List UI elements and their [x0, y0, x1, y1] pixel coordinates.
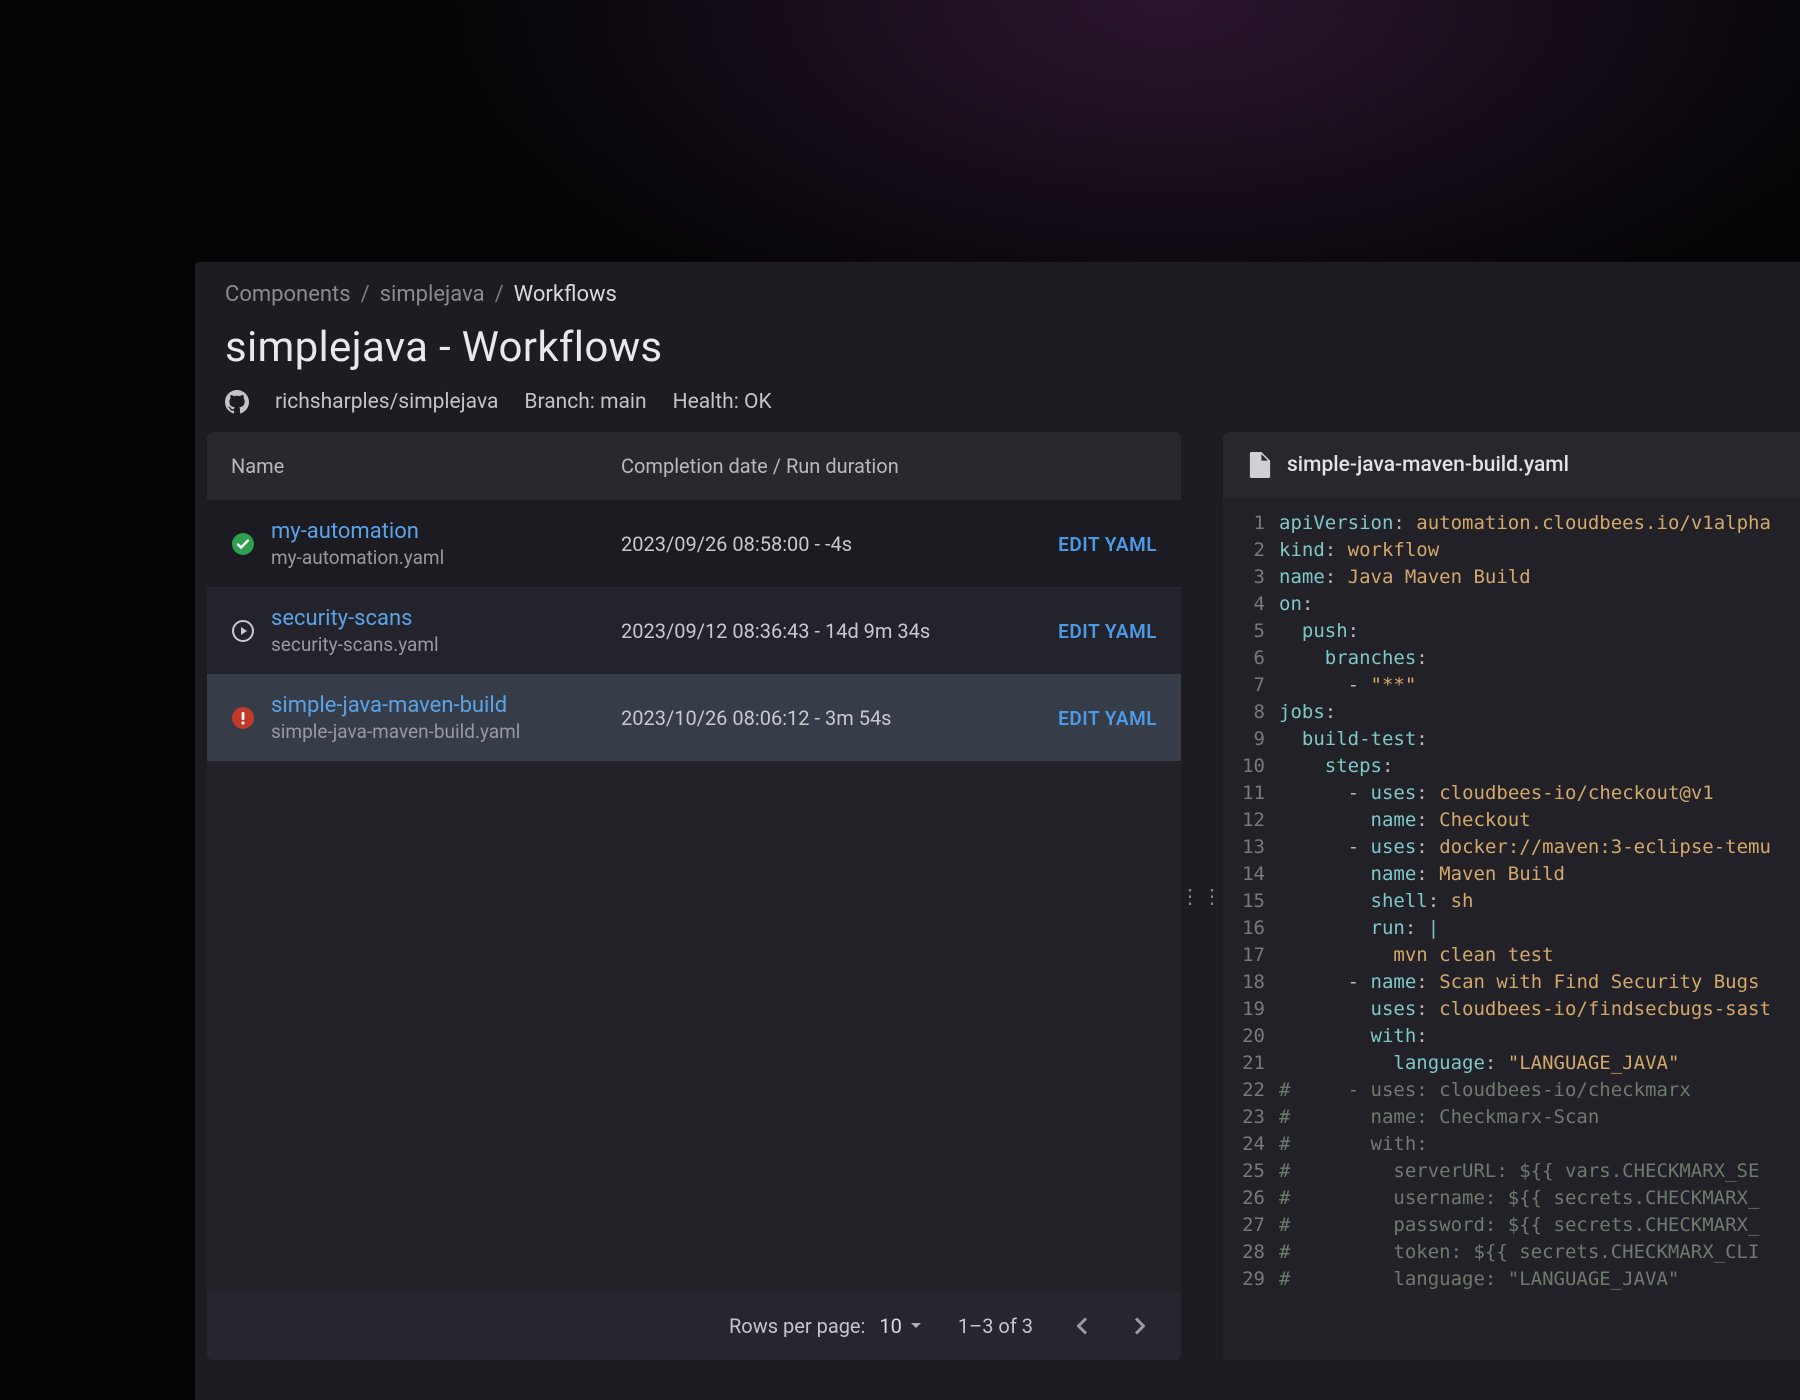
repo-link[interactable]: richsharples/simplejava [275, 390, 498, 414]
breadcrumb-separator: / [361, 282, 370, 307]
workflow-name[interactable]: my-automation [271, 519, 444, 544]
col-header-date[interactable]: Completion date / Run duration [621, 454, 977, 478]
file-icon [1249, 452, 1271, 478]
breadcrumb-separator: / [495, 282, 504, 307]
workflows-panel: Name Completion date / Run duration my-a… [207, 432, 1181, 1360]
table-row[interactable]: simple-java-maven-buildsimple-java-maven… [207, 674, 1181, 761]
branch-label: Branch: main [524, 390, 646, 414]
breadcrumb-root[interactable]: Components [225, 282, 351, 307]
page-title: simplejava - Workflows [225, 323, 1770, 372]
prev-page-button[interactable] [1069, 1312, 1097, 1340]
next-page-button[interactable] [1125, 1312, 1153, 1340]
breadcrumb-mid[interactable]: simplejava [380, 282, 485, 307]
file-name: simple-java-maven-build.yaml [1287, 453, 1569, 477]
page-header: Components / simplejava / Workflows simp… [195, 262, 1800, 432]
breadcrumb-current: Workflows [514, 282, 617, 307]
edit-yaml-button[interactable]: EDIT YAML [1058, 533, 1157, 556]
code-editor[interactable]: 1234567891011121314151617181920212223242… [1223, 498, 1800, 1360]
table-footer: Rows per page: 10 1–3 of 3 [207, 1292, 1181, 1360]
completion-date: 2023/10/26 08:06:12 - 3m 54s [621, 706, 977, 730]
status-running-icon [231, 619, 255, 643]
completion-date: 2023/09/12 08:36:43 - 14d 9m 34s [621, 619, 977, 643]
workflow-file: security-scans.yaml [271, 633, 439, 656]
rows-per-page-select[interactable]: 10 [879, 1314, 921, 1338]
col-header-name[interactable]: Name [231, 454, 621, 478]
table-row[interactable]: security-scanssecurity-scans.yaml 2023/09… [207, 587, 1181, 674]
pagination-range: 1–3 of 3 [958, 1314, 1033, 1338]
health-label: Health: OK [673, 390, 772, 414]
breadcrumb: Components / simplejava / Workflows [225, 282, 1770, 307]
dropdown-icon [910, 1322, 922, 1330]
code-panel: simple-java-maven-build.yaml 12345678910… [1223, 432, 1800, 1360]
workflow-name[interactable]: security-scans [271, 606, 439, 631]
status-error-icon [231, 706, 255, 730]
completion-date: 2023/09/26 08:58:00 - -4s [621, 532, 977, 556]
app-window: Components / simplejava / Workflows simp… [195, 262, 1800, 1400]
file-header: simple-java-maven-build.yaml [1223, 432, 1800, 498]
rows-per-page-label: Rows per page: [729, 1314, 865, 1338]
workflow-name[interactable]: simple-java-maven-build [271, 693, 520, 718]
meta-row: richsharples/simplejava Branch: main Hea… [225, 390, 1770, 414]
status-success-icon [231, 532, 255, 556]
edit-yaml-button[interactable]: EDIT YAML [1058, 620, 1157, 643]
panel-resize-handle[interactable]: ⋮⋮ [1180, 884, 1224, 908]
workflow-file: my-automation.yaml [271, 546, 444, 569]
edit-yaml-button[interactable]: EDIT YAML [1058, 707, 1157, 730]
table-row[interactable]: my-automationmy-automation.yaml 2023/09/2… [207, 500, 1181, 587]
table-header: Name Completion date / Run duration [207, 432, 1181, 500]
github-icon [225, 390, 249, 414]
workflow-file: simple-java-maven-build.yaml [271, 720, 520, 743]
